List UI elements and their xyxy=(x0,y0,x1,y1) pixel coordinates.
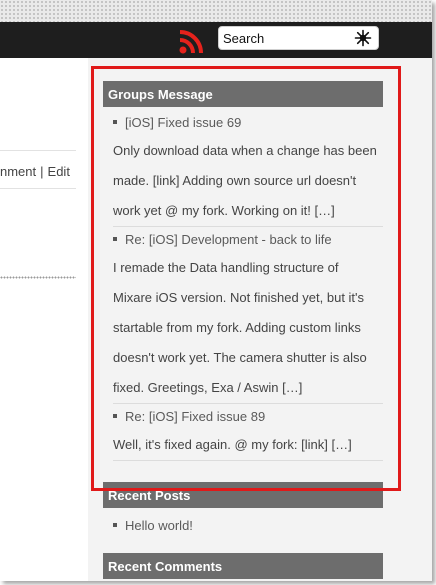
recent-post-link[interactable]: Hello world! xyxy=(125,518,193,533)
post-meta-links: nment | Edit xyxy=(0,164,76,180)
main-content-column: nment | Edit xyxy=(0,58,88,581)
feed-item-title: Re: [iOS] Fixed issue 89 xyxy=(103,404,383,428)
divider xyxy=(0,188,76,189)
bullet-icon xyxy=(113,523,117,527)
read-more-link[interactable]: […] xyxy=(315,203,335,218)
search-icon[interactable] xyxy=(354,29,372,47)
recent-posts-title: Recent Posts xyxy=(103,482,383,508)
dotted-divider xyxy=(0,276,76,279)
bullet-icon xyxy=(113,120,117,124)
search-box xyxy=(218,26,379,50)
sidebar: Groups Message [iOS] Fixed issue 69 Only… xyxy=(88,58,432,581)
divider xyxy=(0,150,76,151)
comment-link[interactable]: nment xyxy=(0,164,36,179)
recent-comments-title: Recent Comments xyxy=(103,553,383,579)
bullet-icon xyxy=(113,414,117,418)
recent-posts-list: Hello world! xyxy=(103,513,383,537)
feed-item-link[interactable]: Re: [iOS] Fixed issue 89 xyxy=(125,409,265,424)
top-dotted-strip xyxy=(0,0,432,22)
feed-item-link[interactable]: Re: [iOS] Development - back to life xyxy=(125,232,332,247)
feed-item-title: [iOS] Fixed issue 69 xyxy=(103,110,383,134)
feed-item-excerpt: I remade the Data handling structure of … xyxy=(113,260,367,395)
link-separator: | xyxy=(40,164,44,179)
page-frame: nment | Edit Groups Message [iOS] Fixed is… xyxy=(0,0,432,581)
feed-item-link[interactable]: [iOS] Fixed issue 69 xyxy=(125,115,241,130)
divider xyxy=(113,460,383,461)
read-more-link[interactable]: […] xyxy=(331,437,351,452)
groups-message-title: Groups Message xyxy=(103,81,383,107)
list-item: Hello world! xyxy=(103,513,383,537)
bullet-icon xyxy=(113,237,117,241)
feed-item-title: Re: [iOS] Development - back to life xyxy=(103,227,383,251)
header-bar xyxy=(0,22,432,58)
rss-icon[interactable] xyxy=(178,27,206,55)
feed-item-excerpt: Well, it's fixed again. @ my fork: [link… xyxy=(113,437,352,452)
search-input[interactable] xyxy=(223,30,351,47)
feed-item-excerpt: Only download data when a change has bee… xyxy=(113,143,377,218)
edit-link[interactable]: Edit xyxy=(48,164,70,179)
read-more-link[interactable]: […] xyxy=(282,380,302,395)
groups-message-feed: [iOS] Fixed issue 69 Only download data … xyxy=(103,110,383,461)
